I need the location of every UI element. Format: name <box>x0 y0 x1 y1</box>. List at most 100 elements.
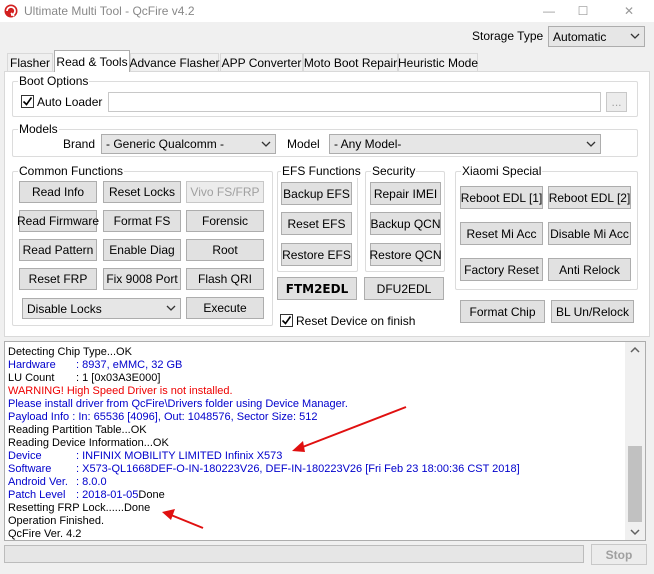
backup-qcn-button[interactable]: Backup QCN <box>370 212 441 235</box>
ftm2edl-button[interactable]: FTM2EDL <box>277 277 357 300</box>
xiaomi-special-title: Xiaomi Special <box>461 164 543 178</box>
log-text: Please install driver from QcFire\Driver… <box>8 398 348 410</box>
log-text: : 1 [0x03A3E000] <box>76 372 161 384</box>
root-button[interactable]: Root <box>186 239 264 261</box>
scroll-down-icon[interactable] <box>629 528 641 536</box>
close-button[interactable]: ✕ <box>614 0 644 22</box>
log-line: Device: INFINIX MOBILITY LIMITED Infinix… <box>8 450 282 463</box>
reset-device-checkbox[interactable] <box>280 314 293 327</box>
model-label: Model <box>287 137 320 151</box>
brand-label: Brand <box>63 137 96 151</box>
boot-options-title: Boot Options <box>18 74 90 88</box>
models-title: Models <box>18 122 59 136</box>
reset-locks-button[interactable]: Reset Locks <box>103 181 181 203</box>
reset-efs-button[interactable]: Reset EFS <box>281 212 352 235</box>
log-text: Payload Info : In: 65536 [4096], Out: 10… <box>8 411 318 423</box>
factory-reset-button[interactable]: Factory Reset <box>460 258 543 281</box>
reset-frp-button[interactable]: Reset FRP <box>19 268 97 290</box>
storage-type-value: Automatic <box>553 29 607 44</box>
log-line: Android Ver.: 8.0.0 <box>8 476 107 489</box>
auto-loader-checkbox[interactable] <box>21 95 34 108</box>
tab-read-tools[interactable]: Read & Tools <box>54 50 130 72</box>
storage-type-label: Storage Type <box>472 29 544 43</box>
disable-mi-acc-button[interactable]: Disable Mi Acc <box>548 222 631 245</box>
log-output: Detecting Chip Type...OK Hardware : 8937, … <box>4 341 646 541</box>
progress-bar <box>4 545 584 563</box>
log-scrollbar[interactable] <box>625 342 645 540</box>
enable-diag-button[interactable]: Enable Diag <box>103 239 181 261</box>
read-pattern-button[interactable]: Read Pattern <box>19 239 97 261</box>
lock-action-value: Disable Locks <box>27 301 102 316</box>
log-line: WARNING! High Speed Driver is not instal… <box>8 385 233 398</box>
execute-button[interactable]: Execute <box>186 297 264 319</box>
bl-unrelock-button[interactable]: BL Un/Relock <box>551 300 634 323</box>
scrollbar-thumb[interactable] <box>628 446 642 522</box>
forensic-button[interactable]: Forensic <box>186 210 264 232</box>
anti-relock-button[interactable]: Anti Relock <box>548 258 631 281</box>
backup-efs-button[interactable]: Backup EFS <box>281 182 352 205</box>
format-chip-button[interactable]: Format Chip <box>460 300 545 323</box>
log-line: QcFire Ver. 4.2 <box>8 528 82 540</box>
log-line: Payload Info : In: 65536 [4096], Out: 10… <box>8 411 317 424</box>
log-key: Patch Level <box>8 489 66 501</box>
restore-qcn-button[interactable]: Restore QCN <box>369 243 442 266</box>
log-suffix: Done <box>138 489 165 501</box>
log-line: Reading Device Information...OK <box>8 437 169 450</box>
log-text: Reading Device Information...OK <box>8 437 169 449</box>
log-key: Hardware <box>8 359 56 371</box>
tab-flasher[interactable]: Flasher <box>7 53 53 71</box>
storage-type-select[interactable]: Automatic <box>548 26 645 47</box>
log-line: LU Count: 1 [0x03A3E000] <box>8 372 160 385</box>
read-info-button[interactable]: Read Info <box>19 181 97 203</box>
log-key: Device <box>8 450 42 462</box>
chevron-down-icon <box>261 141 271 147</box>
log-line: Please install driver from QcFire\Driver… <box>8 398 348 411</box>
reboot-edl-2-button[interactable]: Reboot EDL [2] <box>548 186 631 209</box>
tab-advance-flasher[interactable]: Advance Flasher <box>129 53 220 71</box>
tab-heuristic-mode[interactable]: Heuristic Mode <box>398 53 478 71</box>
reset-mi-acc-button[interactable]: Reset Mi Acc <box>460 222 543 245</box>
reset-device-label: Reset Device on finish <box>296 314 416 328</box>
model-select[interactable]: - Any Model- <box>329 134 601 154</box>
chevron-down-icon <box>630 33 640 39</box>
fix-9008-port-button[interactable]: Fix 9008 Port <box>103 268 181 290</box>
vivo-fs-frp-button[interactable]: Vivo FS/FRP <box>186 181 264 203</box>
log-line: Software: X573-QL1668DEF-O-IN-180223V26,… <box>8 463 520 476</box>
model-value: - Any Model- <box>334 137 402 151</box>
log-line: Patch Level : 2018-01-05Done <box>8 489 165 502</box>
minimize-button[interactable]: — <box>534 0 564 22</box>
dfu2edl-button[interactable]: DFU2EDL <box>364 277 444 300</box>
efs-functions-title: EFS Functions <box>281 164 362 178</box>
security-title: Security <box>371 164 417 178</box>
format-fs-button[interactable]: Format FS <box>103 210 181 232</box>
stop-button[interactable]: Stop <box>591 544 647 565</box>
checkmark-icon <box>281 316 292 325</box>
brand-value: - Generic Qualcomm - <box>106 137 225 151</box>
restore-efs-button[interactable]: Restore EFS <box>281 243 352 266</box>
reboot-edl-1-button[interactable]: Reboot EDL [1] <box>460 186 543 209</box>
log-line: Operation Finished. <box>8 515 104 528</box>
log-text: : X573-QL1668DEF-O-IN-180223V26, DEF-IN-… <box>76 463 520 475</box>
loader-path-input[interactable] <box>108 92 601 112</box>
read-firmware-button[interactable]: Read Firmware <box>17 210 99 232</box>
tab-moto-boot-repair[interactable]: Moto Boot Repair <box>303 53 398 71</box>
scroll-up-icon[interactable] <box>629 346 641 354</box>
browse-loader-button[interactable]: ... <box>606 92 627 112</box>
tab-app-converter[interactable]: APP Converter <box>220 53 303 71</box>
log-text: : 8.0.0 <box>76 476 107 488</box>
maximize-button[interactable]: ☐ <box>568 0 598 22</box>
auto-loader-label: Auto Loader <box>37 95 103 109</box>
brand-select[interactable]: - Generic Qualcomm - <box>101 134 276 154</box>
repair-imei-button[interactable]: Repair IMEI <box>370 182 441 205</box>
lock-action-select[interactable]: Disable Locks <box>22 298 181 319</box>
title-bar: Ultimate Multi Tool - QcFire v4.2 — ☐ ✕ <box>0 0 654 22</box>
flash-qri-button[interactable]: Flash QRI <box>186 268 264 290</box>
red-arrow-icon <box>162 509 204 529</box>
log-text: : 8937, eMMC, 32 GB <box>76 359 183 371</box>
log-text: QcFire Ver. 4.2 <box>8 528 82 540</box>
log-text: : 2018-01-05 <box>76 489 139 501</box>
log-line: Resetting FRP Lock......Done <box>8 502 150 515</box>
log-text: Reading Partition Table...OK <box>8 424 147 436</box>
log-text: WARNING! High Speed Driver is not instal… <box>8 385 233 397</box>
log-line: Detecting Chip Type...OK <box>8 346 132 359</box>
